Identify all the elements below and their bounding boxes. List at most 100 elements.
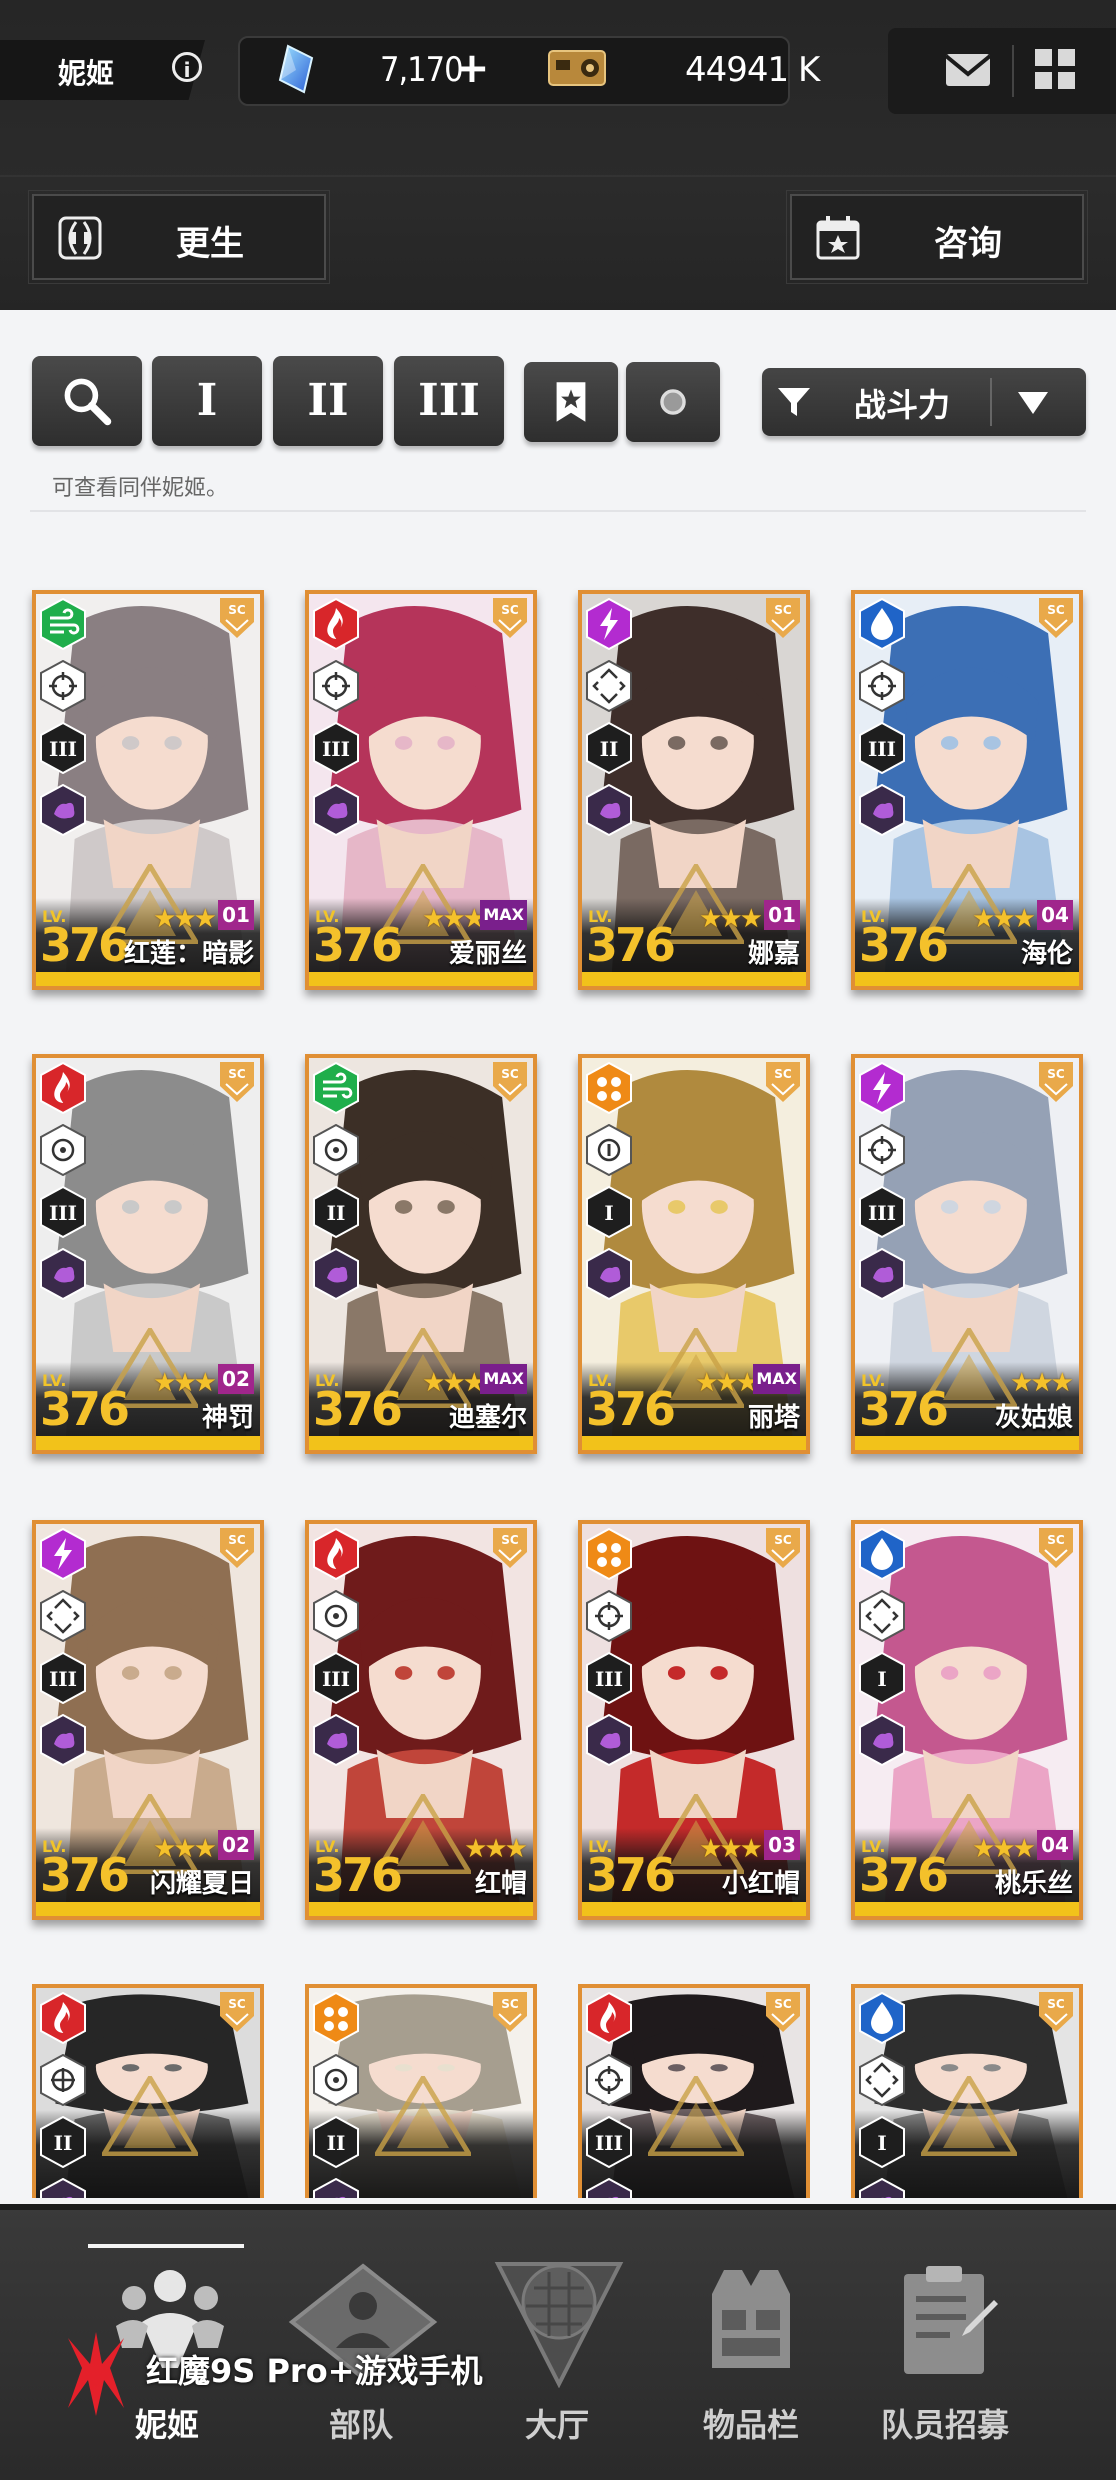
- toggle-filter-button[interactable]: [626, 362, 720, 442]
- character-name: 神罚: [201, 1403, 254, 1433]
- ar-weapon-icon: [313, 1589, 359, 1643]
- character-card[interactable]: SC III LV. 376 ★★★ 红帽: [305, 1520, 537, 1920]
- character-card[interactable]: SC III LV. 376 ★★★ 闪耀夏日 02: [32, 1520, 264, 1920]
- character-card[interactable]: SC III LV. 376 ★★★ 小红帽 03: [578, 1520, 810, 1920]
- burst-3-icon: III: [859, 1185, 905, 1239]
- character-card[interactable]: SC III LV. 376 ★★★ 红莲：暗影 01: [32, 590, 264, 990]
- svg-text:SC: SC: [228, 1067, 246, 1081]
- character-card[interactable]: SC II LV. 376 ★★★ 娜嘉 01: [578, 590, 810, 990]
- burst-filter-2[interactable]: II: [273, 356, 383, 446]
- chevron-down-icon: [1018, 392, 1048, 414]
- character-level: 376: [586, 918, 676, 972]
- svg-text:SC: SC: [774, 1533, 792, 1547]
- nav-squad-label: 部队: [328, 2406, 393, 2444]
- svg-text:SC: SC: [1047, 1533, 1065, 1547]
- burst-3-icon: III: [40, 1185, 86, 1239]
- character-card[interactable]: SC I LV. 376 ★★★ 丽塔 MAX: [578, 1054, 810, 1454]
- nav-recruit-label: 队员招募: [880, 2406, 1009, 2444]
- sc-rarity-icon: SC: [493, 598, 527, 638]
- ar-weapon-icon: [313, 2053, 359, 2107]
- star-rating: ★★★: [153, 904, 217, 934]
- bookmark-star-icon: [556, 382, 586, 422]
- character-name: 迪塞尔: [448, 1403, 527, 1433]
- burst-3-icon: III: [313, 1651, 359, 1705]
- star-rating: ★★★: [153, 1834, 217, 1864]
- sc-rarity-icon: SC: [1039, 598, 1073, 638]
- card-attribute-icons: II: [313, 1991, 361, 2198]
- info-icon[interactable]: i: [172, 52, 202, 82]
- burst-3-icon: III: [40, 1651, 86, 1705]
- character-card[interactable]: SC III LV. 376 ★★★ 神罚 02: [32, 1054, 264, 1454]
- rebirth-button[interactable]: 更生: [28, 190, 330, 284]
- sort-dropdown[interactable]: 战斗力: [762, 368, 1086, 436]
- menu-grid-icon[interactable]: [1034, 48, 1076, 90]
- star-rating: ★★★: [1010, 1368, 1074, 1398]
- nav-lobby[interactable]: 大厅: [462, 2254, 652, 2454]
- character-card[interactable]: SC I LV. 376 ★★★ 桃乐丝 04: [851, 1520, 1083, 1920]
- character-level: 376: [40, 1382, 130, 1436]
- mg-weapon-icon: [40, 2053, 86, 2107]
- character-card[interactable]: SC I: [851, 1984, 1083, 2198]
- character-level: 376: [40, 918, 130, 972]
- filter-funnel-icon: [778, 388, 810, 416]
- class-icon: [313, 1713, 359, 1767]
- star-rating: ★★★: [695, 1368, 759, 1398]
- sc-rarity-icon: SC: [1039, 1528, 1073, 1568]
- core-level-badge: MAX: [753, 1364, 800, 1394]
- nav-recruit[interactable]: 队员招募: [850, 2254, 1040, 2454]
- card-attribute-icons: III: [40, 1061, 88, 1310]
- fire-element-icon: [313, 597, 359, 651]
- character-card[interactable]: SC III: [578, 1984, 810, 2198]
- svg-text:III: III: [595, 1667, 623, 1691]
- burst-2-icon: II: [40, 2115, 86, 2169]
- svg-text:SC: SC: [1047, 1997, 1065, 2011]
- fire-element-icon: [40, 1061, 86, 1115]
- character-name: 娜嘉: [747, 939, 800, 969]
- mail-icon[interactable]: [944, 50, 992, 90]
- consult-label: 咨询: [934, 224, 1002, 264]
- burst-1-icon: I: [859, 1651, 905, 1705]
- nav-inventory-label: 物品栏: [702, 2406, 799, 2444]
- burst-1-icon: I: [586, 1185, 632, 1239]
- core-level-badge: 03: [764, 1830, 800, 1860]
- svg-text:SC: SC: [1047, 603, 1065, 617]
- character-name: 桃乐丝: [994, 1869, 1073, 1899]
- search-button[interactable]: [32, 356, 142, 446]
- sort-label: 战斗力: [854, 386, 951, 424]
- class-icon: [859, 783, 905, 837]
- svg-text:SC: SC: [501, 1533, 519, 1547]
- burst-filter-1[interactable]: I: [152, 356, 262, 446]
- character-level: 376: [859, 918, 949, 972]
- svg-text:III: III: [595, 2131, 623, 2155]
- rarity-emblem-icon: [375, 2076, 471, 2156]
- rebirth-icon: [58, 216, 102, 260]
- circle-icon: [660, 389, 686, 415]
- character-level: 376: [313, 1848, 403, 1902]
- core-level-badge: 02: [218, 1830, 254, 1860]
- star-rating: ★★★: [699, 904, 763, 934]
- character-card[interactable]: SC III LV. 376 ★★★ 爱丽丝 MAX: [305, 590, 537, 990]
- buy-gems-button[interactable]: +: [452, 44, 492, 94]
- character-card[interactable]: SC III LV. 376 ★★★ 灰姑娘: [851, 1054, 1083, 1454]
- consult-button[interactable]: 咨询: [786, 190, 1088, 284]
- burst-filter-3[interactable]: III: [394, 356, 504, 446]
- character-card[interactable]: SC II: [305, 1984, 537, 2198]
- character-name: 红莲：暗影: [123, 939, 254, 969]
- character-card[interactable]: SC II LV. 376 ★★★ 迪塞尔 MAX: [305, 1054, 537, 1454]
- character-level: 376: [859, 1848, 949, 1902]
- svg-text:SC: SC: [501, 603, 519, 617]
- class-icon: [40, 2177, 86, 2198]
- nav-inventory[interactable]: 物品栏: [656, 2254, 846, 2454]
- card-attribute-icons: I: [859, 1991, 907, 2198]
- water-element-icon: [859, 597, 905, 651]
- character-card[interactable]: SC III LV. 376 ★★★ 海伦 04: [851, 590, 1083, 990]
- character-level: 376: [859, 1382, 949, 1436]
- character-card[interactable]: SC II: [32, 1984, 264, 2198]
- svg-text:SC: SC: [228, 603, 246, 617]
- card-attribute-icons: II: [40, 1991, 88, 2198]
- favorite-filter-button[interactable]: [524, 362, 618, 442]
- star-rating: ★★★: [422, 1368, 486, 1398]
- rl-weapon-icon: [586, 1123, 632, 1177]
- credit-card-icon: [548, 50, 606, 86]
- burst-3-icon: III: [40, 721, 86, 775]
